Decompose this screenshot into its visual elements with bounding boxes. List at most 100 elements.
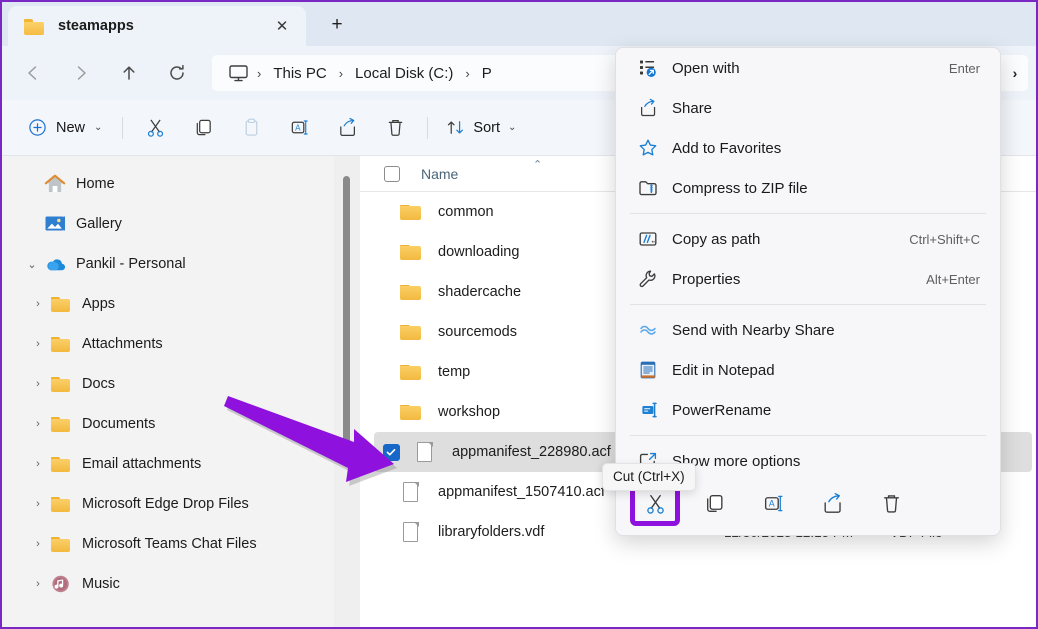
chevron-down-icon: ⌄ (508, 122, 516, 133)
chevron-right-icon[interactable]: › (26, 292, 50, 316)
file-name: common (438, 204, 494, 220)
forward-arrow-icon[interactable] (64, 56, 98, 90)
new-tab-button[interactable]: + (320, 8, 354, 42)
folder-icon (50, 414, 72, 434)
breadcrumb-this-pc[interactable]: This PC (263, 61, 336, 86)
menu-item-copy-as-path[interactable]: Copy as pathCtrl+Shift+C (620, 219, 996, 259)
chevron-right-icon[interactable]: › (26, 572, 50, 596)
refresh-icon[interactable] (160, 56, 194, 90)
folder-icon (50, 334, 72, 354)
scrollbar-thumb[interactable] (343, 176, 350, 451)
menu-divider (630, 435, 986, 436)
menu-item-send-with-nearby-share[interactable]: Send with Nearby Share (620, 310, 996, 350)
chevron-right-icon[interactable]: › (26, 412, 50, 436)
chevron-right-icon[interactable]: › (26, 532, 50, 556)
sidebar-item-microsoft-edge-drop-files[interactable]: ›Microsoft Edge Drop Files (12, 484, 350, 524)
open-with-icon (638, 58, 664, 78)
tab-steamapps[interactable]: steamapps ✕ (8, 6, 306, 46)
context-copy-button[interactable] (693, 484, 735, 522)
column-header-name[interactable]: Name (421, 166, 458, 182)
chevron-right-icon[interactable]: › (1000, 57, 1030, 89)
menu-item-label: Show more options (672, 453, 980, 470)
menu-item-label: Edit in Notepad (672, 362, 980, 379)
sidebar-item-label: Home (76, 176, 115, 192)
folder-icon (50, 454, 72, 474)
folder-icon (400, 201, 422, 223)
breadcrumb-local-disk-c[interactable]: Local Disk (C:) (345, 61, 463, 86)
context-share-button[interactable] (811, 484, 853, 522)
menu-item-powerrename[interactable]: PowerRename (620, 390, 996, 430)
copy-button[interactable] (183, 110, 223, 146)
menu-item-label: Share (672, 100, 980, 117)
folder-icon (400, 241, 422, 263)
cut-button[interactable] (135, 110, 175, 146)
rename-icon: A (289, 117, 310, 138)
nearby-share-icon (638, 320, 664, 340)
chevron-right-icon[interactable]: › (26, 332, 50, 356)
sidebar-item-label: Apps (82, 296, 115, 312)
sort-ascending-icon: ⌃ (533, 158, 542, 171)
menu-item-edit-in-notepad[interactable]: Edit in Notepad (620, 350, 996, 390)
delete-button[interactable] (375, 110, 415, 146)
sidebar-item-apps[interactable]: › Apps (12, 284, 350, 324)
menu-item-compress-to-zip-file[interactable]: Compress to ZIP file (620, 168, 996, 208)
sidebar-item-home[interactable]: Home (12, 164, 350, 204)
share-button[interactable] (327, 110, 367, 146)
breadcrumb-program-files[interactable]: P (472, 61, 502, 86)
menu-item-shortcut: Enter (949, 61, 980, 76)
music-icon (50, 574, 72, 594)
new-button[interactable]: New ⌄ (18, 111, 114, 145)
menu-item-shortcut: Alt+Enter (926, 272, 980, 287)
file-name: appmanifest_1507410.acf (438, 484, 605, 500)
chevron-down-icon[interactable]: ⌄ (20, 252, 44, 276)
file-name: libraryfolders.vdf (438, 524, 544, 540)
tab-title: steamapps (58, 18, 268, 34)
breadcrumb-separator: › (463, 66, 471, 81)
share-icon (638, 98, 664, 118)
file-name: appmanifest_228980.acf (452, 444, 611, 460)
select-all-checkbox[interactable] (384, 166, 400, 182)
powerrename-icon (638, 400, 664, 420)
notepad-icon (638, 360, 664, 380)
menu-item-open-with[interactable]: Open withEnter (620, 48, 996, 88)
sidebar-item-docs[interactable]: › Docs (12, 364, 350, 404)
close-icon[interactable]: ✕ (268, 12, 296, 40)
breadcrumb-separator: › (255, 66, 263, 81)
this-pc-icon[interactable] (222, 60, 255, 87)
sidebar-item-pankil-personal[interactable]: ⌄Pankil - Personal (12, 244, 350, 284)
share-icon (821, 492, 844, 515)
menu-item-label: Send with Nearby Share (672, 322, 980, 339)
menu-item-properties[interactable]: PropertiesAlt+Enter (620, 259, 996, 299)
sidebar-item-attachments[interactable]: ›Attachments (12, 324, 350, 364)
sidebar-item-gallery[interactable]: Gallery (12, 204, 350, 244)
plus-circle-icon (28, 118, 47, 137)
back-arrow-icon[interactable] (16, 56, 50, 90)
navigation-scrollbar[interactable] (340, 156, 354, 627)
file-name: downloading (438, 244, 519, 260)
chevron-right-icon[interactable]: › (26, 372, 50, 396)
rename-button[interactable]: A (279, 110, 319, 146)
folder-icon (400, 401, 422, 423)
menu-item-shortcut: Ctrl+Shift+C (909, 232, 980, 247)
trash-icon (880, 492, 903, 515)
chevron-right-icon[interactable]: › (26, 492, 50, 516)
context-rename-button[interactable]: A (752, 484, 794, 522)
context-delete-button[interactable] (870, 484, 912, 522)
menu-item-label: Copy as path (672, 231, 909, 248)
row-checkbox-checked[interactable] (374, 444, 408, 461)
sidebar-item-label: Email attachments (82, 456, 201, 472)
menu-item-share[interactable]: Share (620, 88, 996, 128)
folder-icon (400, 361, 422, 383)
sidebar-item-label: Docs (82, 376, 115, 392)
sort-button[interactable]: Sort ⌄ (436, 111, 526, 145)
svg-text:A: A (768, 498, 774, 508)
chevron-right-icon[interactable]: › (26, 452, 50, 476)
scissors-icon (644, 492, 667, 515)
sidebar-item-music[interactable]: ›Music (12, 564, 350, 604)
sidebar-item-email-attachments[interactable]: › Email attachments (12, 444, 350, 484)
menu-item-add-to-favorites[interactable]: Add to Favorites (620, 128, 996, 168)
up-arrow-icon[interactable] (112, 56, 146, 90)
sidebar-item-documents[interactable]: ›Documents (12, 404, 350, 444)
document-icon (400, 521, 422, 543)
sidebar-item-microsoft-teams-chat-files[interactable]: ›Microsoft Teams Chat Files (12, 524, 350, 564)
